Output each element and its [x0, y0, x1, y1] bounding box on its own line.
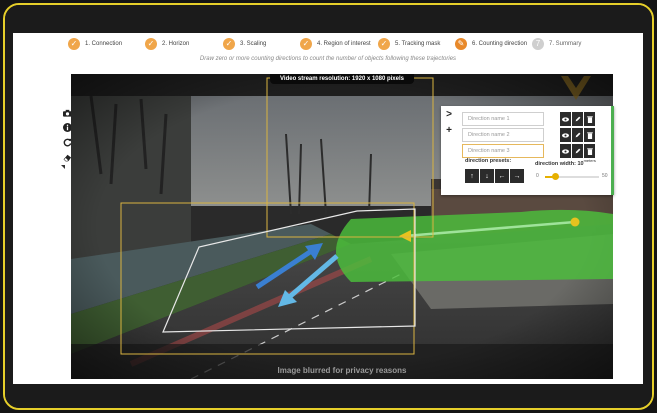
step-horizon[interactable]: ✓ 2. Horizon	[145, 36, 189, 52]
width-label: direction width: 10meters	[535, 158, 596, 167]
step-summary[interactable]: 7 7. Summary	[532, 36, 581, 52]
step-label: 7. Summary	[549, 41, 582, 47]
step-counting-direction[interactable]: ✎ 6. Counting direction	[455, 36, 527, 52]
width-slider[interactable]	[545, 173, 599, 180]
collapse-button[interactable]: >	[441, 106, 457, 122]
panel-sidebar: > +	[441, 106, 457, 195]
pencil-icon[interactable]	[572, 112, 583, 126]
direction-name-input[interactable]: Direction name 3	[462, 144, 544, 158]
step-label: 6. Counting direction	[472, 41, 528, 47]
privacy-label: Image blurred for privacy reasons	[277, 366, 407, 375]
instruction-text: Draw zero or more counting directions to…	[199, 56, 457, 62]
top-bar	[5, 5, 652, 33]
caret-icon	[61, 165, 65, 169]
arrow-down-icon[interactable]: ↓	[480, 169, 494, 183]
slider-max: 50	[602, 173, 608, 179]
presets-label: direction presets:	[465, 158, 512, 164]
step-tracking-mask[interactable]: ✓ 5. Tracking mask	[378, 36, 440, 52]
add-direction-button[interactable]: +	[441, 122, 457, 138]
arrow-left-icon[interactable]: ←	[495, 169, 509, 183]
arrow-up-icon[interactable]: ↑	[465, 169, 479, 183]
direction-name-input[interactable]: Direction name 2	[462, 128, 544, 142]
step-label: 1. Connection	[85, 41, 123, 47]
step-region-of-interest[interactable]: ✓ 4. Region of interest	[300, 36, 371, 52]
pencil-icon: ✎	[455, 38, 467, 50]
check-icon: ✓	[68, 38, 80, 50]
window-frame: ✓ 1. Connection ✓ 2. Horizon ✓ 3. Scalin…	[3, 3, 654, 410]
step-label: 3. Scaling	[240, 41, 267, 47]
width-label-text: direction width: 10	[535, 160, 584, 167]
arrow-right-icon[interactable]: →	[510, 169, 524, 183]
check-icon: ✓	[223, 38, 235, 50]
direction-row-1: Direction name 1	[462, 112, 596, 126]
page: ✓ 1. Connection ✓ 2. Horizon ✓ 3. Scalin…	[13, 33, 643, 386]
eye-icon[interactable]	[560, 128, 571, 142]
trash-icon[interactable]	[584, 112, 595, 126]
step-label: 4. Region of interest	[317, 41, 371, 47]
pencil-icon[interactable]	[572, 144, 583, 158]
direction-panel: > + Direction name 1 Direction name 2 Di…	[441, 106, 614, 195]
direction-end-handle[interactable]	[570, 217, 580, 227]
eye-icon[interactable]	[560, 112, 571, 126]
resolution-label: Video stream resolution: 1920 x 1080 pix…	[270, 74, 414, 84]
step-connection[interactable]: ✓ 1. Connection	[68, 36, 122, 52]
panel-edge	[611, 106, 614, 195]
pencil-icon[interactable]	[572, 128, 583, 142]
step-label: 5. Tracking mask	[395, 41, 441, 47]
direction-name-input[interactable]: Direction name 1	[462, 112, 544, 126]
trash-icon[interactable]	[584, 144, 595, 158]
check-icon: ✓	[300, 38, 312, 50]
step-scaling[interactable]: ✓ 3. Scaling	[223, 36, 266, 52]
direction-row-2: Direction name 2	[462, 128, 596, 142]
direction-row-3: Direction name 3	[462, 144, 596, 158]
check-icon: ✓	[145, 38, 157, 50]
step-number: 7	[532, 38, 544, 50]
preset-buttons: ↑ ↓ ← →	[465, 169, 525, 183]
width-unit: meters	[583, 158, 596, 163]
slider-min: 0	[536, 173, 539, 179]
eye-icon[interactable]	[560, 144, 571, 158]
bottom-bar	[5, 384, 652, 408]
step-label: 2. Horizon	[162, 41, 190, 47]
trash-icon[interactable]	[584, 128, 595, 142]
slider-handle[interactable]	[552, 173, 560, 180]
check-icon: ✓	[378, 38, 390, 50]
